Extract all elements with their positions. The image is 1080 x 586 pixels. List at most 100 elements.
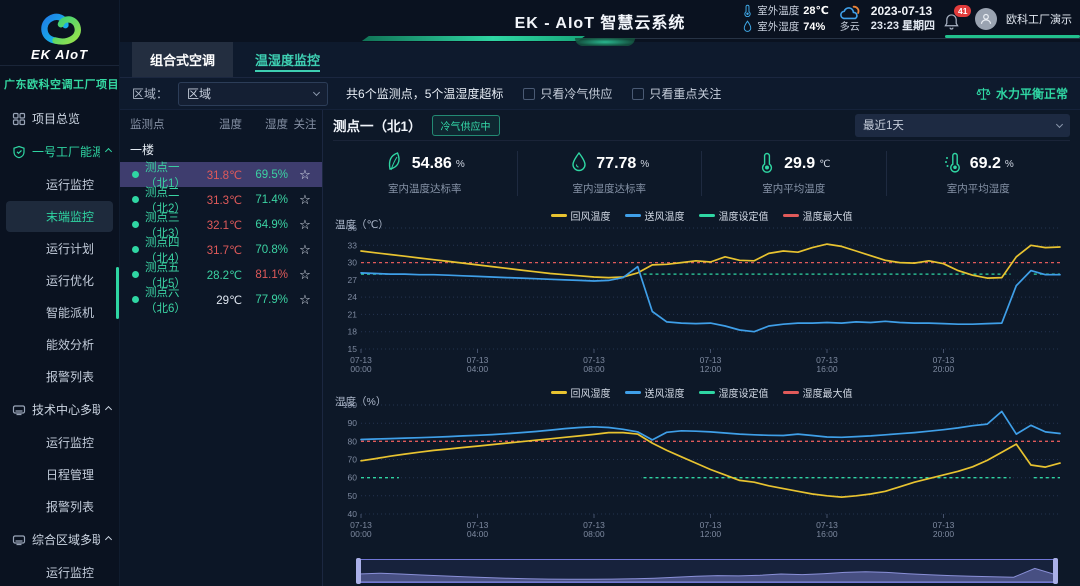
sidebar-item-8[interactable]: 报警列表 bbox=[6, 361, 113, 392]
datazoom-profile bbox=[358, 560, 1056, 582]
legend-swatch bbox=[699, 391, 715, 394]
cloudy-icon bbox=[838, 4, 862, 22]
kpi-unit: % bbox=[640, 159, 649, 170]
user-name[interactable]: 欧科工厂演示 bbox=[1006, 11, 1072, 27]
sidebar-item-label: 智能派机 bbox=[46, 304, 94, 321]
legend-swatch bbox=[783, 214, 799, 217]
legend-item[interactable]: 湿度设定值 bbox=[699, 385, 769, 400]
sidebar: EK AIoT 广东欧科空调工厂项目 项目总览一号工厂能源...运行监控末端监控… bbox=[0, 0, 120, 586]
kpi-row: 54.86%室内温度达标率77.78%室内湿度达标率29.9℃室内平均温度69.… bbox=[333, 143, 1070, 203]
logo: EK AIoT bbox=[0, 0, 119, 66]
sidebar-item-label: 运行优化 bbox=[46, 272, 94, 289]
point-hum: 77.9% bbox=[242, 294, 288, 306]
legend-item[interactable]: 温度设定值 bbox=[699, 208, 769, 223]
tab-0[interactable]: 组合式空调 bbox=[132, 42, 233, 77]
svg-text:16:00: 16:00 bbox=[816, 529, 838, 539]
kpi-2: 29.9℃室内平均温度 bbox=[702, 151, 887, 196]
sidebar-item-label: 末端监控 bbox=[46, 208, 94, 225]
star-icon[interactable]: ☆ bbox=[299, 292, 311, 307]
svg-text:80: 80 bbox=[348, 436, 358, 446]
star-icon[interactable]: ☆ bbox=[299, 167, 311, 182]
datazoom-slider[interactable] bbox=[357, 559, 1057, 583]
online-dot-icon bbox=[132, 196, 139, 203]
region-label: 区域： bbox=[132, 85, 168, 102]
sidebar-item-5[interactable]: 运行优化 bbox=[6, 265, 113, 296]
sidebar-item-14[interactable]: 运行监控 bbox=[6, 557, 113, 586]
datazoom-handle-left[interactable] bbox=[356, 558, 361, 584]
sidebar-item-9[interactable]: 技术中心多联... bbox=[0, 393, 119, 426]
sidebar-item-7[interactable]: 能效分析 bbox=[6, 329, 113, 360]
sidebar-scrollbar[interactable] bbox=[116, 267, 119, 319]
hvac-icon bbox=[12, 533, 26, 547]
online-dot-icon bbox=[132, 246, 139, 253]
svg-text:18: 18 bbox=[348, 327, 358, 337]
sidebar-item-0[interactable]: 项目总览 bbox=[0, 102, 119, 135]
star-icon[interactable]: ☆ bbox=[299, 267, 311, 282]
svg-text:15: 15 bbox=[348, 344, 358, 354]
legend-item[interactable]: 送风湿度 bbox=[625, 385, 685, 400]
avatar[interactable] bbox=[975, 8, 997, 30]
sidebar-item-11[interactable]: 日程管理 bbox=[6, 459, 113, 490]
sidebar-item-2[interactable]: 运行监控 bbox=[6, 169, 113, 200]
sidebar-item-4[interactable]: 运行计划 bbox=[6, 233, 113, 264]
time-range-select[interactable]: 最近1天 bbox=[855, 114, 1070, 137]
overview-icon bbox=[12, 112, 26, 126]
top-header: EK - AIoT 智慧云系统 室外温度 28℃ bbox=[120, 0, 1080, 42]
star-icon[interactable]: ☆ bbox=[299, 242, 311, 257]
kpi-label: 室内温度达标率 bbox=[388, 181, 462, 196]
temperature-axis-title: 温度（℃） bbox=[335, 217, 389, 232]
filter-starred-checkbox[interactable]: 只看重点关注 bbox=[632, 85, 721, 102]
point-row-5[interactable]: 测点六（北6）29℃77.9%☆ bbox=[120, 287, 322, 312]
temperature-chart[interactable]: 363330272421181507-1300:0007-1304:0007-1… bbox=[333, 223, 1068, 375]
notification-badge: 41 bbox=[954, 5, 971, 17]
svg-text:08:00: 08:00 bbox=[583, 364, 605, 374]
point-temp: 28.2℃ bbox=[198, 268, 242, 282]
filter-cooling-checkbox[interactable]: 只看冷气供应 bbox=[523, 85, 612, 102]
legend-item[interactable]: 送风温度 bbox=[625, 208, 685, 223]
sidebar-item-13[interactable]: 综合区域多联... bbox=[0, 523, 119, 556]
header-decor-notch bbox=[575, 38, 635, 46]
sidebar-item-label: 运行监控 bbox=[46, 176, 94, 193]
point-hum: 69.5% bbox=[242, 169, 288, 181]
humidity-chart[interactable]: 10090807060504007-1300:0007-1304:0007-13… bbox=[333, 400, 1068, 540]
point-temp: 32.1℃ bbox=[198, 218, 242, 232]
hydraulic-balance-status: 水力平衡正常 bbox=[976, 85, 1068, 102]
sidebar-item-label: 一号工厂能源... bbox=[32, 143, 100, 160]
filter-bar: 区域： 区域 共6个监测点，5个温湿度超标 只看冷气供应 只看重点关注 水力平衡… bbox=[120, 78, 1080, 110]
point-list-header: 监测点 温度 湿度 关注 bbox=[120, 110, 322, 137]
online-dot-icon bbox=[132, 271, 139, 278]
svg-text:20:00: 20:00 bbox=[933, 529, 955, 539]
sidebar-item-label: 运行计划 bbox=[46, 240, 94, 257]
legend-item[interactable]: 温度最大值 bbox=[783, 208, 853, 223]
online-dot-icon bbox=[132, 171, 139, 178]
legend-item[interactable]: 湿度最大值 bbox=[783, 385, 853, 400]
star-icon[interactable]: ☆ bbox=[299, 192, 311, 207]
point-temp: 31.8℃ bbox=[198, 168, 242, 182]
svg-text:12:00: 12:00 bbox=[700, 529, 722, 539]
notifications-button[interactable]: 41 bbox=[944, 7, 966, 31]
region-select[interactable]: 区域 bbox=[178, 82, 328, 106]
main-area: EK - AIoT 智慧云系统 室外温度 28℃ bbox=[120, 0, 1080, 586]
sidebar-item-3[interactable]: 末端监控 bbox=[6, 201, 113, 232]
points-summary: 共6个监测点，5个温湿度超标 bbox=[346, 85, 503, 102]
kpi-value: 29.9 bbox=[784, 155, 815, 173]
legend-swatch bbox=[625, 214, 641, 217]
legend-item[interactable]: 回风湿度 bbox=[551, 385, 611, 400]
leaf-icon bbox=[385, 151, 405, 178]
sidebar-item-label: 项目总览 bbox=[32, 110, 80, 127]
svg-text:60: 60 bbox=[348, 473, 358, 483]
sidebar-item-1[interactable]: 一号工厂能源... bbox=[0, 135, 119, 168]
datazoom-handle-right[interactable] bbox=[1053, 558, 1058, 584]
tab-1[interactable]: 温湿度监控 bbox=[237, 42, 338, 77]
shield-icon bbox=[12, 145, 26, 159]
sidebar-item-12[interactable]: 报警列表 bbox=[6, 491, 113, 522]
legend-swatch bbox=[699, 214, 715, 217]
sidebar-item-6[interactable]: 智能派机 bbox=[6, 297, 113, 328]
weather-condition: 多云 bbox=[838, 4, 862, 33]
sidebar-item-10[interactable]: 运行监控 bbox=[6, 427, 113, 458]
star-icon[interactable]: ☆ bbox=[299, 217, 311, 232]
legend-item[interactable]: 回风温度 bbox=[551, 208, 611, 223]
thermometer-icon bbox=[757, 151, 777, 178]
sidebar-item-label: 技术中心多联... bbox=[32, 401, 100, 418]
point-hum: 70.8% bbox=[242, 244, 288, 256]
